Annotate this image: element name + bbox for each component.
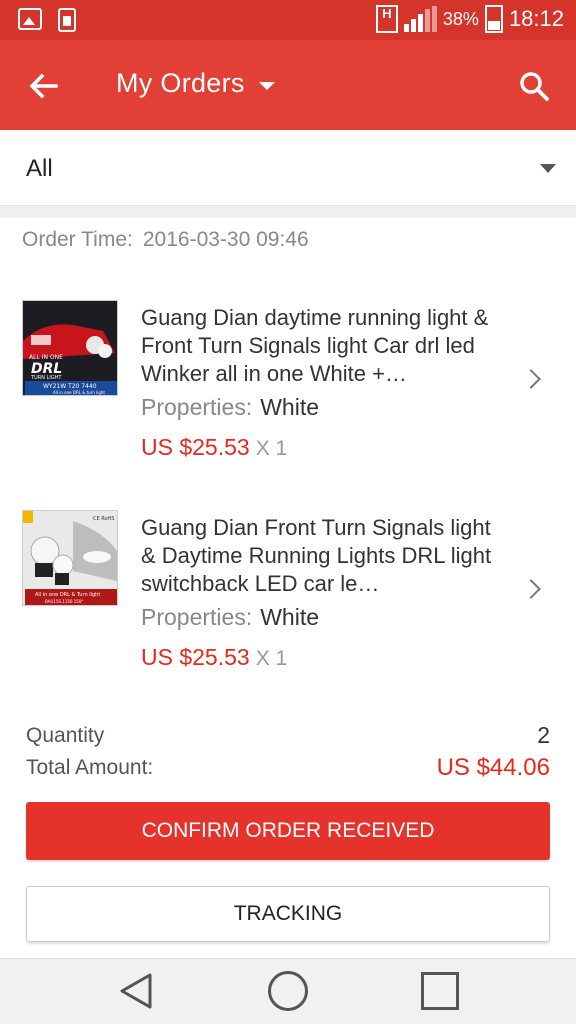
item-quantity: X 1 — [255, 647, 288, 670]
quantity-label: Quantity — [26, 724, 105, 747]
price-value: US $25.53 — [141, 434, 250, 460]
thumb-note-text: All in one DRL & turn light — [53, 390, 105, 395]
clock: 18:12 — [508, 6, 564, 31]
order-time-label: Order Time: — [22, 228, 133, 251]
confirm-order-received-button[interactable]: CONFIRM ORDER RECEIVED — [26, 802, 550, 860]
product-thumbnail: ALL IN ONE DRL TURN LIGHT WY21W T20 7440… — [22, 300, 118, 396]
product-title: Guang Dian daytime running light & Front… — [141, 305, 489, 386]
orders-title-dropdown[interactable]: My Orders — [116, 68, 275, 99]
chevron-right-icon — [521, 369, 541, 389]
back-button[interactable] — [22, 64, 66, 108]
network-type-icon: H — [375, 5, 398, 33]
price-value: US $25.53 — [141, 644, 250, 670]
quantity-value: 2 — [537, 722, 550, 748]
order-item[interactable]: CE RoHS All in one DRL & Turn light BAU1… — [0, 510, 576, 690]
app-bar: My Orders — [0, 40, 576, 130]
system-navigation-bar — [0, 958, 576, 1024]
thumb-sub-text: TURN LIGHT — [30, 375, 62, 381]
search-icon — [520, 72, 549, 101]
properties-value: White — [260, 394, 320, 420]
order-status-filter[interactable]: All — [0, 130, 576, 206]
filter-selected-value: All — [26, 155, 53, 182]
properties-label: Properties: — [141, 604, 253, 630]
status-bar: H 38% 18:12 — [0, 0, 576, 40]
nav-home-icon[interactable] — [268, 971, 308, 1011]
properties-value: White — [260, 604, 320, 630]
search-button[interactable] — [512, 64, 556, 108]
thumb-brand-text: ALL IN ONE — [29, 354, 63, 361]
product-properties: Properties: White — [141, 394, 319, 421]
battery-percent: 38% — [442, 8, 479, 29]
product-price: US $25.53 X 1 — [141, 434, 287, 461]
nav-recents-icon[interactable] — [421, 972, 459, 1010]
total-amount-label: Total Amount: — [26, 756, 154, 779]
gallery-notification-icon — [18, 8, 42, 30]
sim-notification-icon — [58, 8, 76, 32]
product-properties: Properties: White — [141, 604, 319, 631]
arrow-left-icon — [29, 73, 58, 99]
caret-down-icon — [540, 164, 556, 173]
thumb-badge-text: CE RoHS — [93, 516, 114, 522]
signal-icon — [403, 6, 437, 32]
page-title: My Orders — [116, 68, 245, 98]
tracking-button[interactable]: TRACKING — [26, 886, 550, 942]
thumb-model-text: BAU15S 1156 150° — [45, 599, 83, 604]
thumb-model-text: WY21W T20 7440 — [43, 383, 97, 390]
item-quantity: X 1 — [255, 437, 288, 460]
properties-label: Properties: — [141, 394, 253, 420]
caret-down-icon — [258, 81, 275, 90]
order-time: Order Time: 2016-03-30 09:46 — [22, 228, 309, 252]
battery-icon — [484, 5, 503, 33]
product-thumbnail: CE RoHS All in one DRL & Turn light BAU1… — [22, 510, 118, 606]
product-price: US $25.53 X 1 — [141, 644, 287, 671]
nav-back-icon[interactable] — [116, 971, 156, 1011]
order-card: Order Time: 2016-03-30 09:46 ALL IN ONE D… — [0, 218, 576, 958]
product-title: Guang Dian Front Turn Signals light & Da… — [141, 515, 492, 596]
total-amount-value: US $44.06 — [436, 754, 550, 781]
order-item[interactable]: ALL IN ONE DRL TURN LIGHT WY21W T20 7440… — [0, 300, 576, 480]
order-time-value: 2016-03-30 09:46 — [142, 228, 309, 251]
chevron-right-icon — [521, 579, 541, 599]
thumb-note-text: All in one DRL & Turn light — [35, 592, 100, 598]
